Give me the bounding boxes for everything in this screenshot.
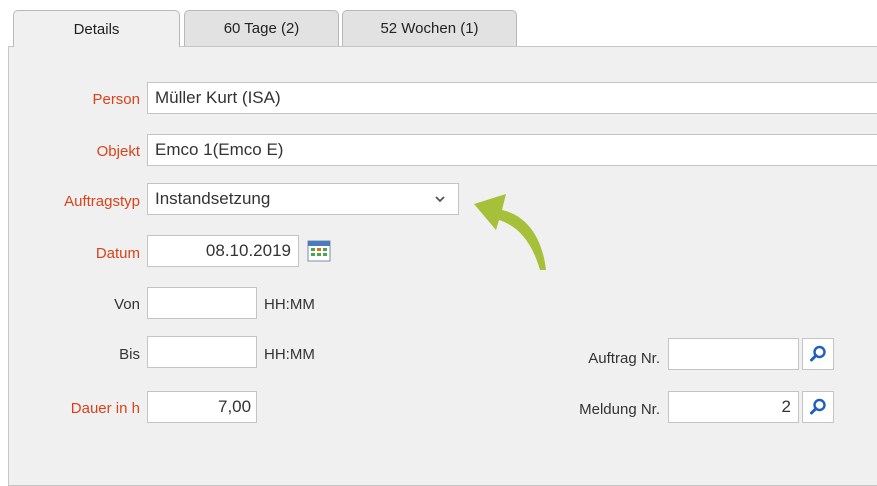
auftrag-nr-field[interactable] [668,338,799,370]
meldung-nr-label: Meldung Nr. [579,401,660,418]
dauer-field[interactable]: 7,00 [147,391,257,423]
auftrag-nr-search-button[interactable] [802,338,834,370]
chevron-down-icon [435,196,445,203]
search-icon [810,398,826,415]
person-label: Person [92,91,140,108]
auftragstyp-value: Instandsetzung [155,189,271,208]
search-icon [810,345,826,362]
objekt-label: Objekt [96,143,140,160]
objekt-field[interactable]: Emco 1(Emco E) [147,134,877,166]
auftrag-nr-label: Auftrag Nr. [588,350,660,367]
calendar-icon[interactable] [307,240,331,262]
curved-arrow-icon [474,194,546,270]
bis-label: Bis [119,346,140,363]
dauer-label: Dauer in h [70,400,140,417]
meldung-nr-field[interactable]: 2 [668,391,799,423]
datum-label: Datum [95,245,140,262]
von-field[interactable] [147,287,257,319]
meldung-nr-search-button[interactable] [802,391,834,423]
datum-field[interactable]: 08.10.2019 [147,235,299,267]
von-unit: HH:MM [264,296,315,313]
auftragstyp-select[interactable]: Instandsetzung [147,183,459,215]
bis-field[interactable] [147,336,257,368]
bis-unit: HH:MM [264,346,315,363]
von-label: Von [114,296,140,313]
auftragstyp-label: Auftragstyp [64,193,140,210]
person-field[interactable]: Müller Kurt (ISA) [147,82,877,114]
